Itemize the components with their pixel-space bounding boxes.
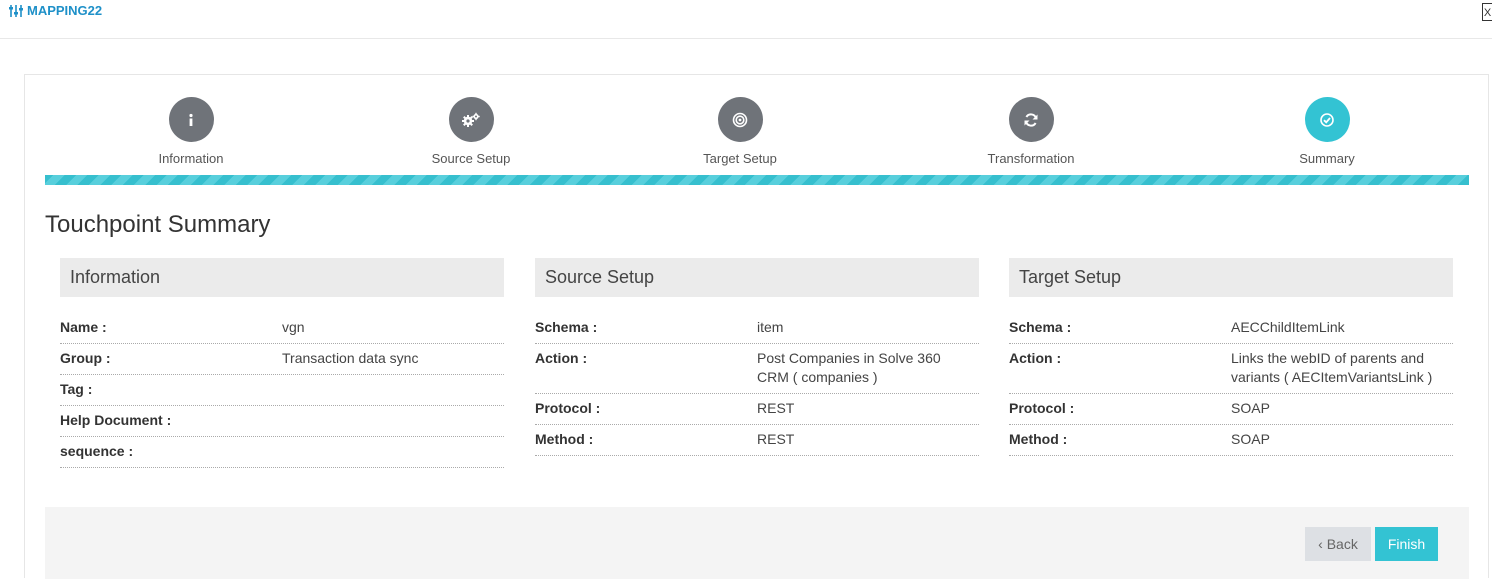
card-title: Target Setup — [1009, 258, 1453, 297]
row-value: Transaction data sync — [282, 350, 419, 366]
info-icon — [168, 97, 214, 142]
row-key: Protocol : — [1009, 400, 1075, 416]
sliders-icon — [8, 4, 24, 18]
app-title-text: MAPPING22 — [27, 3, 103, 18]
card-title: Information — [60, 258, 504, 297]
wizard-footer: ‹ Back Finish — [45, 507, 1469, 579]
source-row-schema: Schema : item — [535, 313, 979, 344]
row-key: Schema : — [535, 319, 598, 335]
step-label: Source Setup — [431, 151, 511, 166]
info-row-sequence: sequence : — [60, 437, 504, 468]
row-value — [282, 380, 504, 399]
row-key: Action : — [1009, 350, 1062, 366]
row-value: Post Companies in Solve 360 CRM ( compan… — [757, 350, 941, 385]
step-transformation[interactable]: Transformation — [931, 97, 1131, 166]
row-value: item — [757, 319, 784, 335]
refresh-icon — [1008, 97, 1054, 142]
step-label: Information — [158, 151, 224, 166]
close-button[interactable]: X — [1482, 3, 1492, 21]
step-label: Target Setup — [703, 151, 777, 166]
back-button[interactable]: ‹ Back — [1305, 527, 1371, 561]
target-row-schema: Schema : AECChildItemLink — [1009, 313, 1453, 344]
source-row-protocol: Protocol : REST — [535, 394, 979, 425]
info-row-group: Group : Transaction data sync — [60, 344, 504, 375]
row-key: Name : — [60, 319, 107, 335]
row-value: vgn — [282, 319, 305, 335]
row-key: Method : — [1009, 431, 1068, 447]
row-key: Method : — [535, 431, 594, 447]
target-setup-card: Target Setup Schema : AECChildItemLink A… — [1009, 258, 1453, 456]
information-card: Information Name : vgn Group : Transacti… — [60, 258, 504, 468]
row-key: Help Document : — [60, 412, 172, 428]
info-row-name: Name : vgn — [60, 313, 504, 344]
source-row-action: Action : Post Companies in Solve 360 CRM… — [535, 344, 979, 394]
wizard-panel: Information Source Setup Target Setup Tr… — [24, 74, 1489, 579]
row-value: AECChildItemLink — [1231, 319, 1345, 335]
row-value: Links the webID of parents and variants … — [1231, 350, 1433, 385]
row-value: REST — [757, 431, 795, 447]
check-circle-icon — [1304, 97, 1350, 142]
page-title: Touchpoint Summary — [45, 211, 271, 238]
finish-button[interactable]: Finish — [1375, 527, 1438, 561]
target-icon — [717, 97, 763, 142]
source-row-method: Method : REST — [535, 425, 979, 456]
row-value — [282, 411, 504, 430]
app-title: MAPPING22 — [8, 3, 102, 18]
step-summary[interactable]: Summary — [1227, 97, 1427, 166]
step-target-setup[interactable]: Target Setup — [640, 97, 840, 166]
target-row-action: Action : Links the webID of parents and … — [1009, 344, 1453, 394]
step-label: Summary — [1299, 151, 1355, 166]
row-value: REST — [757, 400, 795, 416]
step-information[interactable]: Information — [91, 97, 291, 166]
row-value — [282, 442, 504, 461]
row-key: Schema : — [1009, 319, 1072, 335]
row-key: Protocol : — [535, 400, 601, 416]
step-source-setup[interactable]: Source Setup — [371, 97, 571, 166]
gears-icon — [448, 97, 494, 142]
step-label: Transformation — [987, 151, 1075, 166]
target-row-method: Method : SOAP — [1009, 425, 1453, 456]
row-key: Action : — [535, 350, 588, 366]
row-key: sequence : — [60, 443, 134, 459]
row-key: Tag : — [60, 381, 93, 397]
row-value: SOAP — [1231, 431, 1270, 447]
source-setup-card: Source Setup Schema : item Action : Post… — [535, 258, 979, 456]
row-value: SOAP — [1231, 400, 1270, 416]
progress-bar — [45, 175, 1469, 185]
info-row-help-document: Help Document : — [60, 406, 504, 437]
row-key: Group : — [60, 350, 111, 366]
target-row-protocol: Protocol : SOAP — [1009, 394, 1453, 425]
card-title: Source Setup — [535, 258, 979, 297]
top-bar: MAPPING22 X — [0, 0, 1492, 39]
info-row-tag: Tag : — [60, 375, 504, 406]
